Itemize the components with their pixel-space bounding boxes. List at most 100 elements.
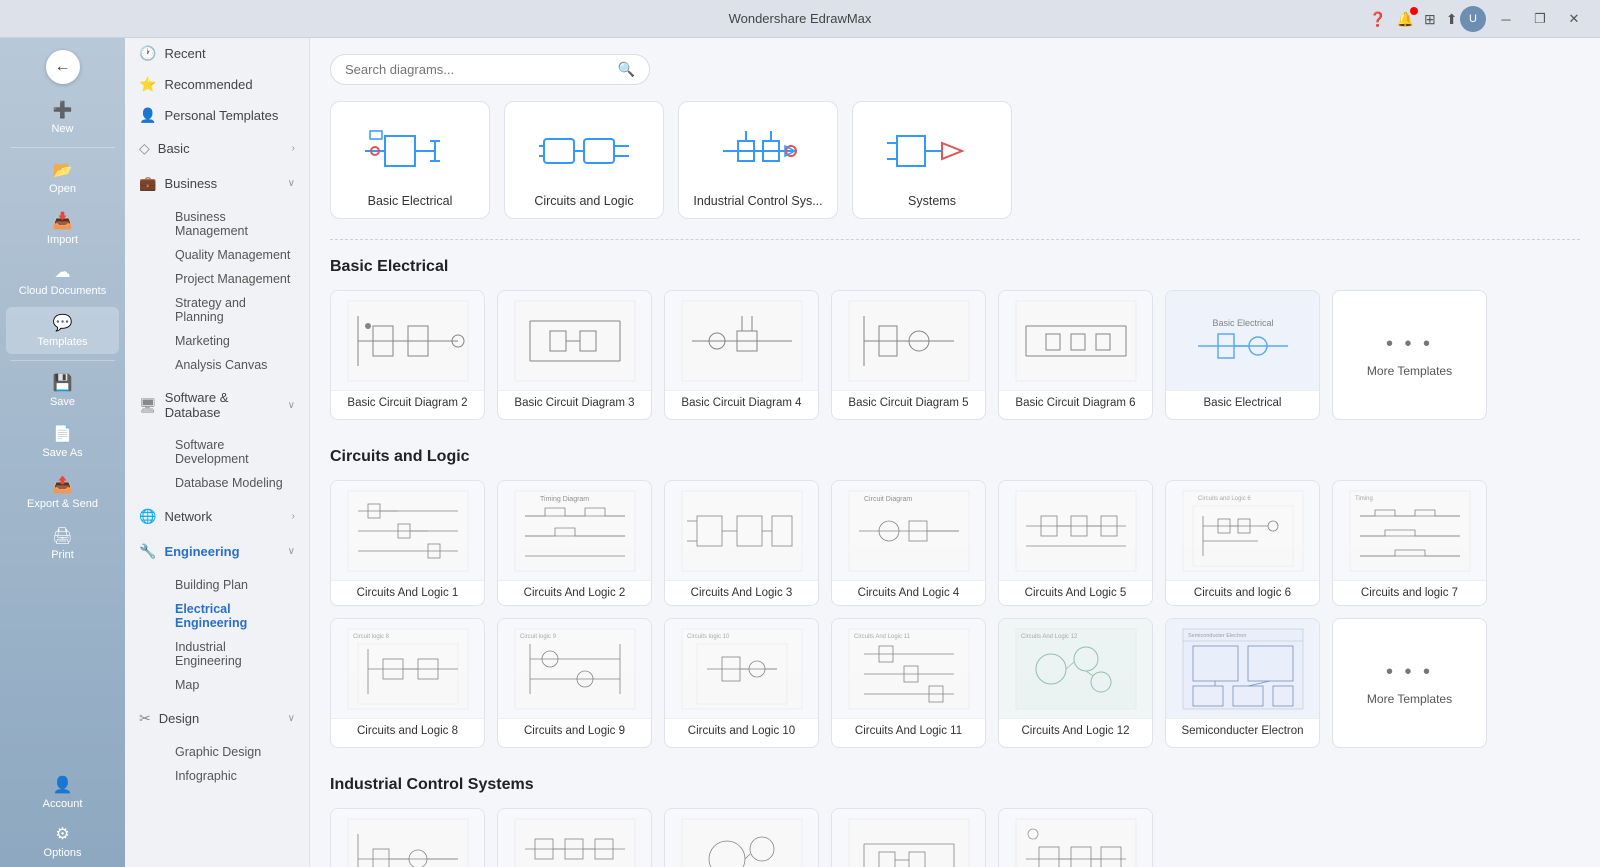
sidebar-item-import[interactable]: 📥 Import [6, 205, 119, 252]
sidebar-item-saveas[interactable]: 📄 Save As [6, 418, 119, 465]
design-icon: ✂ [139, 710, 151, 727]
cat-card-circuits-logic[interactable]: Circuits and Logic [504, 101, 664, 219]
sidebar-item-recent[interactable]: 🕐 Recent [125, 38, 309, 69]
cat-card-industrial-control[interactable]: Industrial Control Sys... [678, 101, 838, 219]
sidebar-section-design[interactable]: ✂ Design ∨ [125, 701, 309, 736]
sidebar-section-basic[interactable]: ◇ Basic › [125, 131, 309, 166]
sidebar-item-infographic[interactable]: Infographic [161, 764, 309, 788]
template-cl2[interactable]: Timing Diagram Circuits And Logic 2 [497, 480, 652, 606]
search-bar[interactable]: 🔍 [330, 54, 650, 85]
sidebar-item-save[interactable]: 💾 Save [6, 367, 119, 414]
sidebar-item-quality-mgmt[interactable]: Quality Management [161, 243, 309, 267]
sidebar-item-business-mgmt[interactable]: Business Management [161, 205, 309, 243]
sidebar-item-project-mgmt[interactable]: Project Management [161, 267, 309, 291]
grid-icon[interactable]: ⊞ [1424, 11, 1436, 28]
sidebar-section-business[interactable]: 💼 Business ∨ [125, 166, 309, 201]
template-cl4[interactable]: Circuit Diagram Circuits And Logic 4 [831, 480, 986, 606]
sidebar-item-graphic-design[interactable]: Graphic Design [161, 740, 309, 764]
tmpl-img-cl1 [331, 481, 484, 581]
maximize-button[interactable]: ❐ [1526, 5, 1554, 33]
template-ic2[interactable] [497, 808, 652, 867]
template-cl5[interactable]: Circuits And Logic 5 [998, 480, 1153, 606]
share-icon[interactable]: ⬆ [1446, 11, 1458, 28]
sidebar-item-industrial-eng[interactable]: Industrial Engineering [161, 635, 309, 673]
back-button[interactable]: ← [46, 50, 80, 84]
new-icon: ➕ [53, 100, 73, 120]
template-bcd3[interactable]: Basic Circuit Diagram 3 [497, 290, 652, 420]
sidebar-item-recommended[interactable]: ⭐ Recommended [125, 69, 309, 100]
sidebar-item-export[interactable]: 📤 Export & Send [6, 469, 119, 516]
sidebar-item-cloud[interactable]: ☁ Cloud Documents [6, 256, 119, 303]
sidebar-item-new[interactable]: ➕ New [6, 94, 119, 141]
sidebar-item-map[interactable]: Map [161, 673, 309, 697]
sidebar-item-templates[interactable]: 💬 Templates [6, 307, 119, 354]
tmpl-label-cl3: Circuits And Logic 3 [665, 581, 818, 605]
template-be[interactable]: Basic Electrical Basic Electrical [1165, 290, 1320, 420]
engineering-icon: 🔧 [139, 543, 156, 560]
bell-icon[interactable]: 🔔 [1397, 11, 1414, 28]
sidebar-item-account[interactable]: 👤 Account [6, 769, 119, 816]
tmpl-label-cl10: Circuits and Logic 10 [665, 719, 818, 743]
svg-text:Timing: Timing [1355, 496, 1373, 502]
search-icon: 🔍 [618, 61, 635, 78]
help-icon[interactable]: ❓ [1369, 11, 1386, 28]
minimize-button[interactable]: ─ [1492, 5, 1520, 33]
search-input[interactable] [345, 62, 610, 77]
template-bcd2[interactable]: Basic Circuit Diagram 2 [330, 290, 485, 420]
tmpl-img-cl9: Circuit logic 9 [498, 619, 651, 719]
sidebar-item-print[interactable]: 🖨 Print [6, 520, 119, 567]
template-cl10[interactable]: Circuits logic 10 Circuits and Logic 10 [664, 618, 819, 748]
tmpl-img-cl4: Circuit Diagram [832, 481, 985, 581]
tmpl-img-ic2 [498, 809, 651, 867]
template-ic1[interactable] [330, 808, 485, 867]
cat-card-basic-electrical[interactable]: Basic Electrical [330, 101, 490, 219]
more-dots-icon: • • • [1386, 333, 1433, 356]
sidebar-section-network[interactable]: 🌐 Network › [125, 499, 309, 534]
cat-img-systems [865, 116, 999, 186]
template-bcd6[interactable]: Basic Circuit Diagram 6 [998, 290, 1153, 420]
sidebar-section-software[interactable]: 🖥 Software & Database ∨ [125, 381, 309, 429]
personal-icon: 👤 [139, 107, 156, 124]
template-cl12[interactable]: Circuits And Logic 12 Circuits And Logic… [998, 618, 1153, 748]
sidebar-item-electrical-eng[interactable]: Electrical Engineering [161, 597, 309, 635]
tmpl-label-cl1: Circuits And Logic 1 [331, 581, 484, 605]
sidebar-item-software-dev[interactable]: Software Development [161, 433, 309, 471]
cat-card-systems[interactable]: Systems [852, 101, 1012, 219]
template-cl8[interactable]: Circuit logic 8 Circuits and Logic 8 [330, 618, 485, 748]
sidebar-item-open[interactable]: 📂 Open [6, 154, 119, 201]
tmpl-img-cl6: Circuits and Logic 6 [1166, 481, 1319, 581]
titlebar: Wondershare EdrawMax ❓ 🔔 ⊞ ⬆ ⚙ U ─ ❐ ✕ [0, 0, 1600, 38]
template-bcd4[interactable]: Basic Circuit Diagram 4 [664, 290, 819, 420]
tmpl-img-ic5 [999, 809, 1152, 867]
sidebar-divider [10, 147, 115, 148]
sidebar-section-engineering[interactable]: 🔧 Engineering ∨ [125, 534, 309, 569]
sidebar-item-database[interactable]: Database Modeling [161, 471, 309, 495]
template-ic4[interactable] [831, 808, 986, 867]
sidebar-item-building-plan[interactable]: Building Plan [161, 573, 309, 597]
tmpl-img-bcd4 [665, 291, 818, 391]
template-bcd5[interactable]: Basic Circuit Diagram 5 [831, 290, 986, 420]
template-cl7[interactable]: Timing Circuits and logic 7 [1332, 480, 1487, 606]
sidebar-item-options[interactable]: ⚙ Options [6, 818, 119, 865]
sidebar-item-marketing[interactable]: Marketing [161, 329, 309, 353]
more-templates-circuits-logic[interactable]: • • • More Templates [1332, 618, 1487, 748]
avatar[interactable]: U [1460, 6, 1486, 32]
sidebar-item-personal[interactable]: 👤 Personal Templates [125, 100, 309, 131]
main-content: 🔍 Basic Electrical [310, 38, 1600, 867]
section-title-basic-electrical: Basic Electrical [330, 258, 1580, 276]
close-button[interactable]: ✕ [1560, 5, 1588, 33]
sidebar-item-analysis[interactable]: Analysis Canvas [161, 353, 309, 377]
template-cl1[interactable]: Circuits And Logic 1 [330, 480, 485, 606]
template-clse[interactable]: Semiconducter Electron Semiconducter Ele… [1165, 618, 1320, 748]
template-cl11[interactable]: Circuits And Logic 11 Circuits And Logic… [831, 618, 986, 748]
template-cl3[interactable]: Circuits And Logic 3 [664, 480, 819, 606]
template-ic5[interactable] [998, 808, 1153, 867]
more-templates-basic-electrical[interactable]: • • • More Templates [1332, 290, 1487, 420]
svg-text:Basic Electrical: Basic Electrical [1212, 318, 1273, 328]
template-ic3[interactable] [664, 808, 819, 867]
sidebar-item-strategy[interactable]: Strategy and Planning [161, 291, 309, 329]
template-cl6[interactable]: Circuits and Logic 6 Circuits and logic … [1165, 480, 1320, 606]
template-cl9[interactable]: Circuit logic 9 Circuits and Logic 9 [497, 618, 652, 748]
tmpl-label-cl5: Circuits And Logic 5 [999, 581, 1152, 605]
tmpl-img-cl7: Timing [1333, 481, 1486, 581]
